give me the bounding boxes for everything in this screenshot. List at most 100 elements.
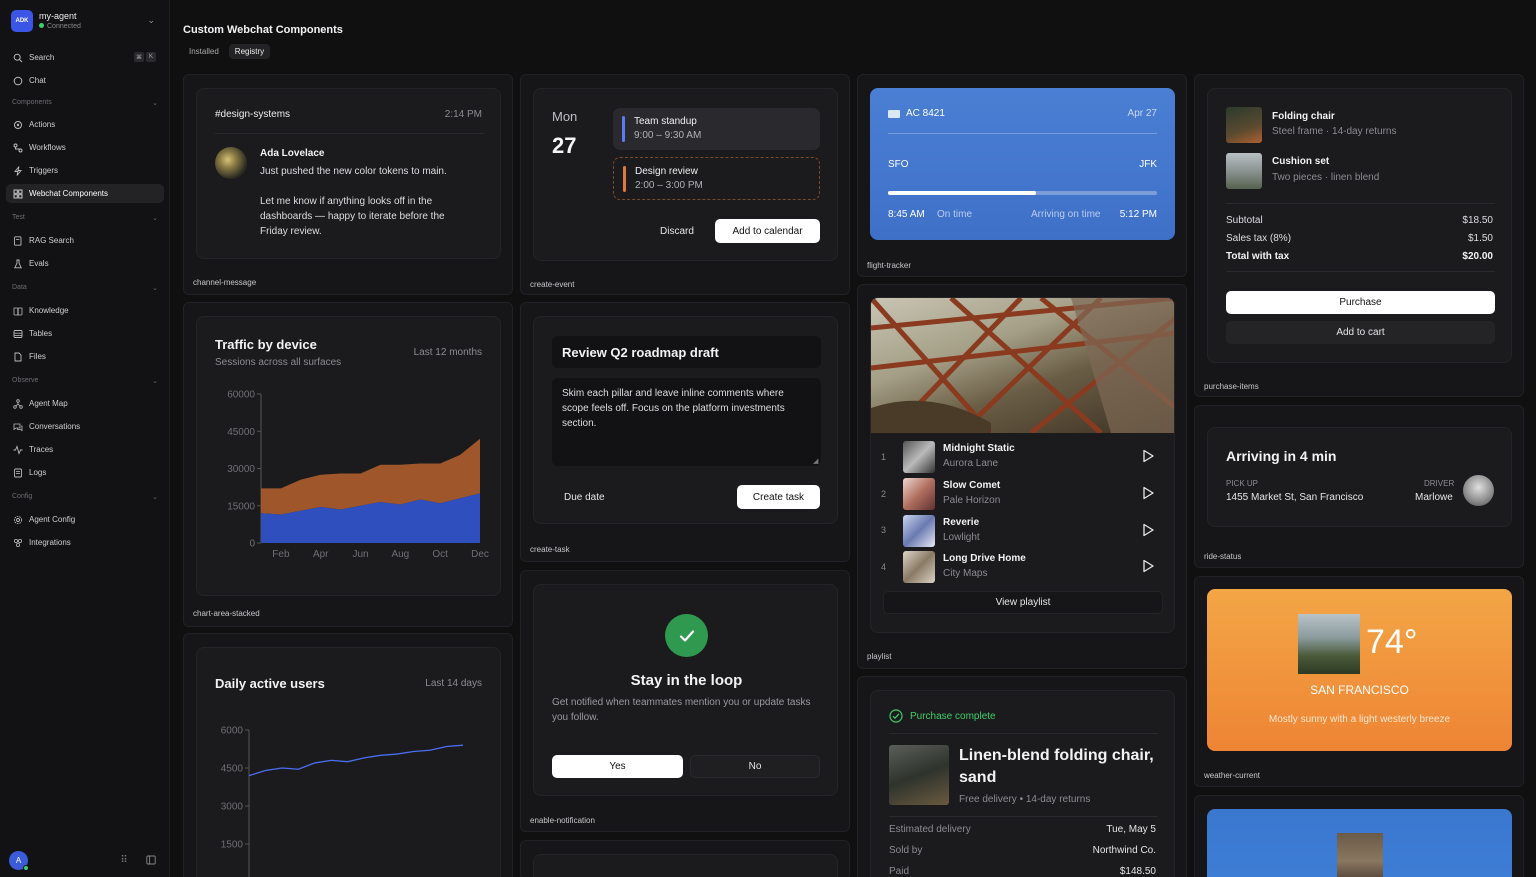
card-caption: purchase-items	[1204, 382, 1259, 391]
sidebar-item-label: Webchat Components	[29, 189, 109, 198]
sidebar-item-integrations[interactable]: Integrations	[6, 533, 164, 552]
task-title-input[interactable]: Review Q2 roadmap draft	[552, 336, 821, 368]
card-ride-status: Arriving in 4 min PICK UP 1455 Market St…	[1194, 405, 1524, 568]
y-tick-label: 4500	[221, 764, 244, 775]
section-data[interactable]: Data ⌄	[12, 284, 160, 292]
tab-registry[interactable]: Registry	[228, 44, 271, 59]
sidebar-item-label: Files	[29, 352, 46, 361]
chevron-down-icon: ⌄	[147, 15, 155, 25]
purchase-button[interactable]: Purchase	[1226, 291, 1495, 314]
item-thumbnail	[1226, 107, 1262, 143]
animal-image	[1337, 833, 1383, 877]
divider	[888, 133, 1157, 134]
section-test[interactable]: Test ⌄	[12, 214, 160, 222]
yes-button[interactable]: Yes	[552, 755, 683, 778]
chevron-down-icon: ⌄	[152, 494, 158, 501]
sidebar-toggle-icon[interactable]	[145, 854, 157, 866]
section-observe[interactable]: Observe ⌄	[12, 377, 160, 385]
divider	[889, 733, 1158, 734]
check-circle-icon	[889, 709, 903, 723]
lightning-icon	[12, 165, 23, 176]
user-avatar[interactable]: A	[9, 851, 29, 871]
track-artist: Pale Horizon	[943, 495, 1001, 506]
view-playlist-button[interactable]: View playlist	[883, 591, 1163, 614]
y-tick-label: 60000	[227, 390, 255, 401]
sidebar-item-evals[interactable]: Evals	[6, 254, 164, 273]
create-task-button[interactable]: Create task	[737, 485, 820, 509]
chat-icon	[12, 75, 23, 86]
due-date-button[interactable]: Due date	[552, 485, 622, 509]
resize-handle-icon[interactable]: ◢	[813, 457, 818, 465]
sidebar-item-agent-map[interactable]: Agent Map	[6, 394, 164, 413]
sidebar-item-files[interactable]: Files	[6, 347, 164, 366]
add-to-calendar-button[interactable]: Add to calendar	[715, 219, 820, 243]
flight-progress-fill	[888, 191, 1036, 195]
sidebar-item-knowledge[interactable]: Knowledge	[6, 301, 164, 320]
card-caption: ride-status	[1204, 552, 1242, 561]
task-description-input[interactable]: Skim each pillar and leave inline commen…	[552, 378, 821, 466]
section-label: Observe	[12, 377, 39, 384]
sidebar-item-actions[interactable]: Actions	[6, 115, 164, 134]
sidebar-item-search[interactable]: Search ⌘ K	[6, 48, 164, 67]
sidebar-item-traces[interactable]: Traces	[6, 440, 164, 459]
weather-city: SAN FRANCISCO	[1310, 683, 1409, 697]
play-icon[interactable]	[1141, 559, 1155, 573]
message-time: 2:14 PM	[444, 109, 482, 120]
notification-preview: Stay in the loop Get notified when teamm…	[533, 584, 838, 796]
tab-installed[interactable]: Installed	[183, 44, 225, 59]
flask-icon	[12, 258, 23, 269]
detail-value: $148.50	[1119, 866, 1156, 877]
bridge-illustration	[871, 298, 1174, 435]
chevron-down-icon: ⌄	[152, 100, 158, 107]
sidebar-item-chat[interactable]: Chat	[6, 71, 164, 90]
sidebar-item-logs[interactable]: Logs	[6, 463, 164, 482]
play-icon[interactable]	[1141, 486, 1155, 500]
event-title: Design review	[635, 166, 698, 177]
apps-icon[interactable]: ⠿	[118, 854, 130, 866]
playlist-preview: 1 Midnight Static Aurora Lane 2 Slow Com…	[870, 297, 1175, 633]
sidebar-item-webchat-components[interactable]: Webchat Components	[6, 184, 164, 203]
play-icon[interactable]	[1141, 449, 1155, 463]
flight-number: AC 8421	[906, 108, 945, 119]
message-line: Friday review.	[260, 226, 322, 237]
track-artist: City Maps	[943, 568, 988, 579]
sidebar-item-conversations[interactable]: Conversations	[6, 417, 164, 436]
sidebar-item-rag-search[interactable]: RAG Search	[6, 231, 164, 250]
add-to-cart-button[interactable]: Add to cart	[1226, 321, 1495, 344]
sidebar-item-workflows[interactable]: Workflows	[6, 138, 164, 157]
card-enable-notification: Stay in the loop Get notified when teamm…	[520, 570, 850, 832]
book-icon	[12, 305, 23, 316]
agent-switcher[interactable]: ADK my-agent Connected ⌄	[11, 10, 161, 34]
chart-title: Daily active users	[215, 676, 325, 691]
play-icon[interactable]	[1141, 523, 1155, 537]
event-color-bar	[623, 166, 626, 192]
section-components[interactable]: Components ⌄	[12, 99, 160, 107]
notification-title: Stay in the loop	[630, 672, 743, 689]
no-button[interactable]: No	[690, 755, 820, 778]
sidebar-item-agent-config[interactable]: Agent Config	[6, 510, 164, 529]
discard-button[interactable]: Discard	[645, 219, 709, 243]
sidebar-item-label: Logs	[29, 468, 47, 477]
flight-tracker-preview: AC 8421 Apr 27 SFO JFK 8:45 AM On time A…	[870, 88, 1175, 240]
section-config[interactable]: Config ⌄	[12, 493, 160, 501]
x-tick-label: Feb	[272, 549, 290, 560]
event-item[interactable]: Team standup 9:00 – 9:30 AM	[613, 108, 820, 150]
section-label: Components	[12, 99, 52, 106]
card-create-task: Review Q2 roadmap draft Skim each pillar…	[520, 302, 850, 562]
track-title: Slow Comet	[943, 480, 1001, 491]
channel-message-preview: #design-systems 2:14 PM Ada Lovelace Jus…	[196, 88, 501, 259]
track-thumbnail	[903, 478, 935, 510]
playlist-cover-image	[871, 298, 1174, 435]
section-label: Data	[12, 284, 27, 291]
section-label: Config	[12, 493, 33, 500]
event-item-new[interactable]: Design review 2:00 – 3:00 PM	[613, 157, 820, 200]
page-title: Custom Webchat Components	[183, 24, 343, 36]
track-thumbnail	[903, 551, 935, 583]
sidebar-item-tables[interactable]: Tables	[6, 324, 164, 343]
chart-title: Traffic by device	[215, 337, 317, 352]
chevron-down-icon: ⌄	[152, 215, 158, 222]
sidebar-item-triggers[interactable]: Triggers	[6, 161, 164, 180]
message-author: Ada Lovelace	[260, 148, 325, 159]
sidebar-item-label: Agent Config	[29, 515, 76, 524]
detail-label: Sold by	[889, 845, 923, 856]
